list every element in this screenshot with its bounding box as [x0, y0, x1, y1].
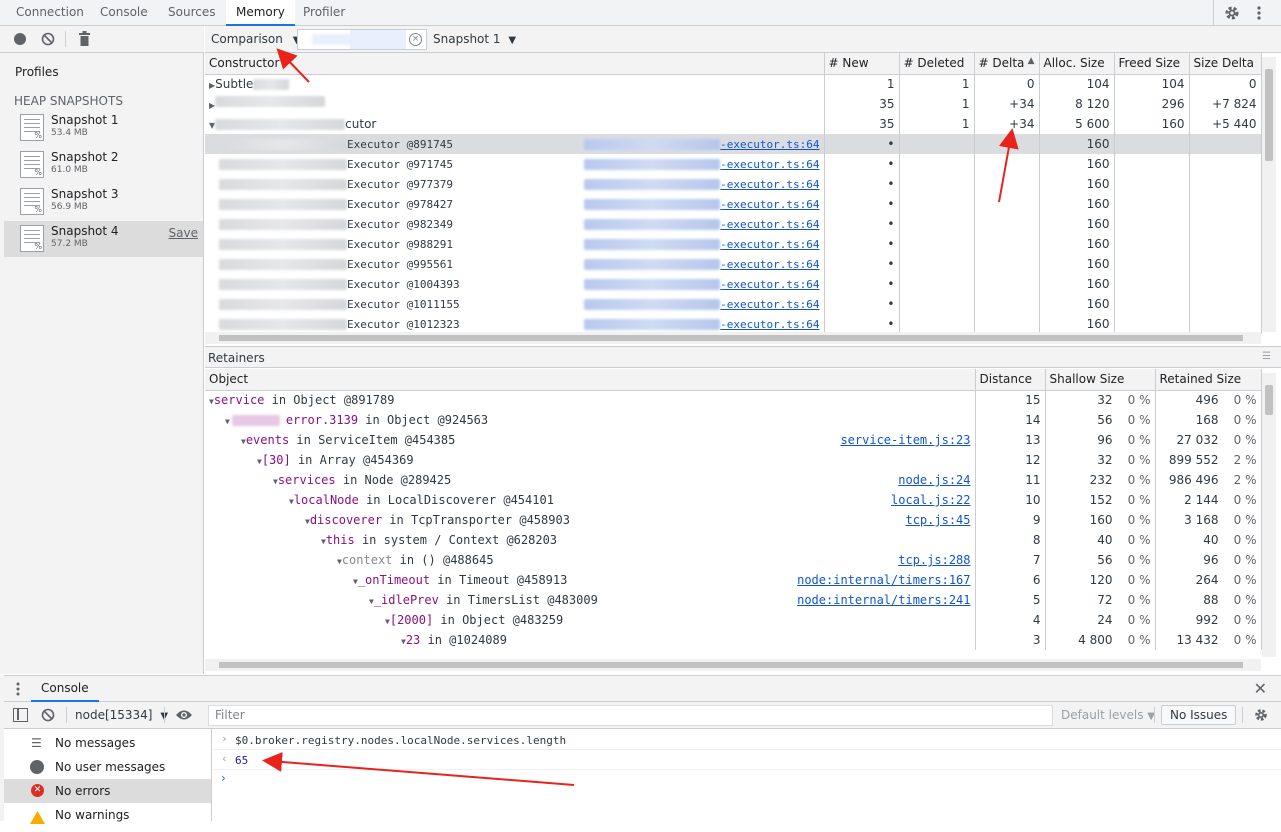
- annotation-arrow: [262, 751, 575, 786]
- annotation-arrows: [262, 48, 1019, 786]
- annotation-arrow: [276, 48, 310, 83]
- annotation-arrow: [998, 128, 1019, 203]
